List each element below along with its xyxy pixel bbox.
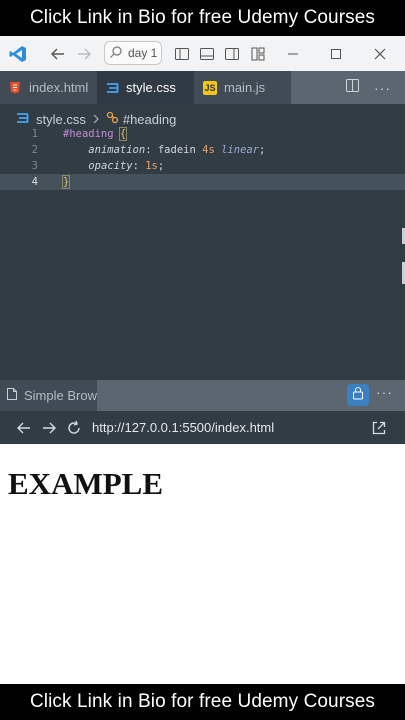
minimize-icon[interactable] [285, 46, 301, 62]
close-brace: } [61, 175, 71, 189]
line-number: 3 [31, 160, 38, 172]
tab-label: index.html [29, 80, 89, 95]
line-number: 4 [31, 176, 38, 188]
url-input[interactable]: http://127.0.0.1:5500/index.html [92, 420, 274, 435]
js-file-icon: JS [203, 80, 217, 95]
line-number: 1 [31, 128, 38, 140]
lock-group-button[interactable] [347, 384, 369, 406]
tab-index-html[interactable]: index.html [0, 71, 97, 104]
reload-icon[interactable] [66, 420, 82, 436]
editor-actions: ··· [295, 71, 405, 104]
search-text: day 1 [128, 46, 158, 60]
search-icon [109, 45, 123, 62]
css-selector: #heading [63, 128, 114, 140]
browser-preview[interactable]: EXAMPLE [0, 444, 405, 684]
forward-arrow-icon[interactable] [76, 46, 92, 62]
code-line[interactable]: 1 #heading { [0, 126, 405, 142]
vscode-logo-icon [9, 45, 27, 63]
tab-style-css[interactable]: style.css [97, 71, 194, 104]
css-value-time: 4s [202, 144, 215, 156]
lock-icon [352, 386, 364, 405]
command-center-search[interactable]: day 1 [104, 41, 162, 65]
tab-label: style.css [126, 80, 176, 95]
editor-tab-bar: index.html style.css JS main.js ··· [0, 71, 405, 104]
top-banner: Click Link in Bio for free Udemy Courses [0, 0, 405, 36]
css-value-name: fadein [157, 144, 196, 156]
html-file-icon [8, 81, 22, 95]
customize-layout-icon[interactable] [250, 46, 266, 62]
document-icon [6, 387, 18, 404]
forward-arrow-icon[interactable] [41, 420, 57, 436]
toggle-primary-sidebar-icon[interactable] [174, 46, 190, 62]
tab-label: main.js [224, 80, 266, 95]
toggle-secondary-sidebar-icon[interactable] [224, 46, 240, 62]
page-heading: EXAMPLE [8, 466, 163, 501]
code-editor[interactable]: style.css #heading 1 #heading { 2 animat… [0, 104, 405, 380]
more-actions-icon[interactable]: ··· [374, 80, 391, 96]
tab-simple-browser[interactable]: Simple Brow [0, 380, 97, 411]
tab-label: Simple Brow [24, 388, 97, 403]
css-property: animation [88, 144, 146, 156]
chevron-right-icon [92, 112, 100, 127]
open-brace: { [118, 127, 128, 141]
more-actions-icon[interactable]: ··· [376, 384, 393, 400]
symbol-icon [106, 111, 119, 127]
bottom-banner: Click Link in Bio for free Udemy Courses [0, 684, 405, 720]
split-editor-icon[interactable] [345, 78, 360, 98]
close-icon[interactable] [372, 46, 388, 62]
toggle-panel-icon[interactable] [199, 46, 215, 62]
back-arrow-icon[interactable] [50, 46, 66, 62]
css-value-timing: linear [221, 144, 260, 156]
css-value-time: 1s [145, 160, 158, 172]
tab-main-js[interactable]: JS main.js [194, 71, 291, 104]
css-file-icon [16, 112, 29, 127]
maximize-icon[interactable] [328, 46, 344, 62]
css-property: opacity [88, 160, 133, 172]
css-file-icon [105, 81, 119, 95]
browser-tab-bar: Simple Brow ··· [0, 380, 405, 411]
code-line-current[interactable]: 4 } [0, 174, 405, 190]
browser-address-bar: http://127.0.0.1:5500/index.html [0, 411, 405, 444]
breadcrumb-symbol[interactable]: #heading [123, 112, 177, 127]
line-number: 2 [31, 144, 38, 156]
open-external-icon[interactable] [371, 420, 387, 436]
breadcrumb-file[interactable]: style.css [36, 112, 86, 127]
code-line[interactable]: 2 animation: fadein 4s linear; [0, 142, 405, 158]
back-arrow-icon[interactable] [16, 420, 32, 436]
code-line[interactable]: 3 opacity: 1s; [0, 158, 405, 174]
title-bar: day 1 [0, 36, 405, 71]
